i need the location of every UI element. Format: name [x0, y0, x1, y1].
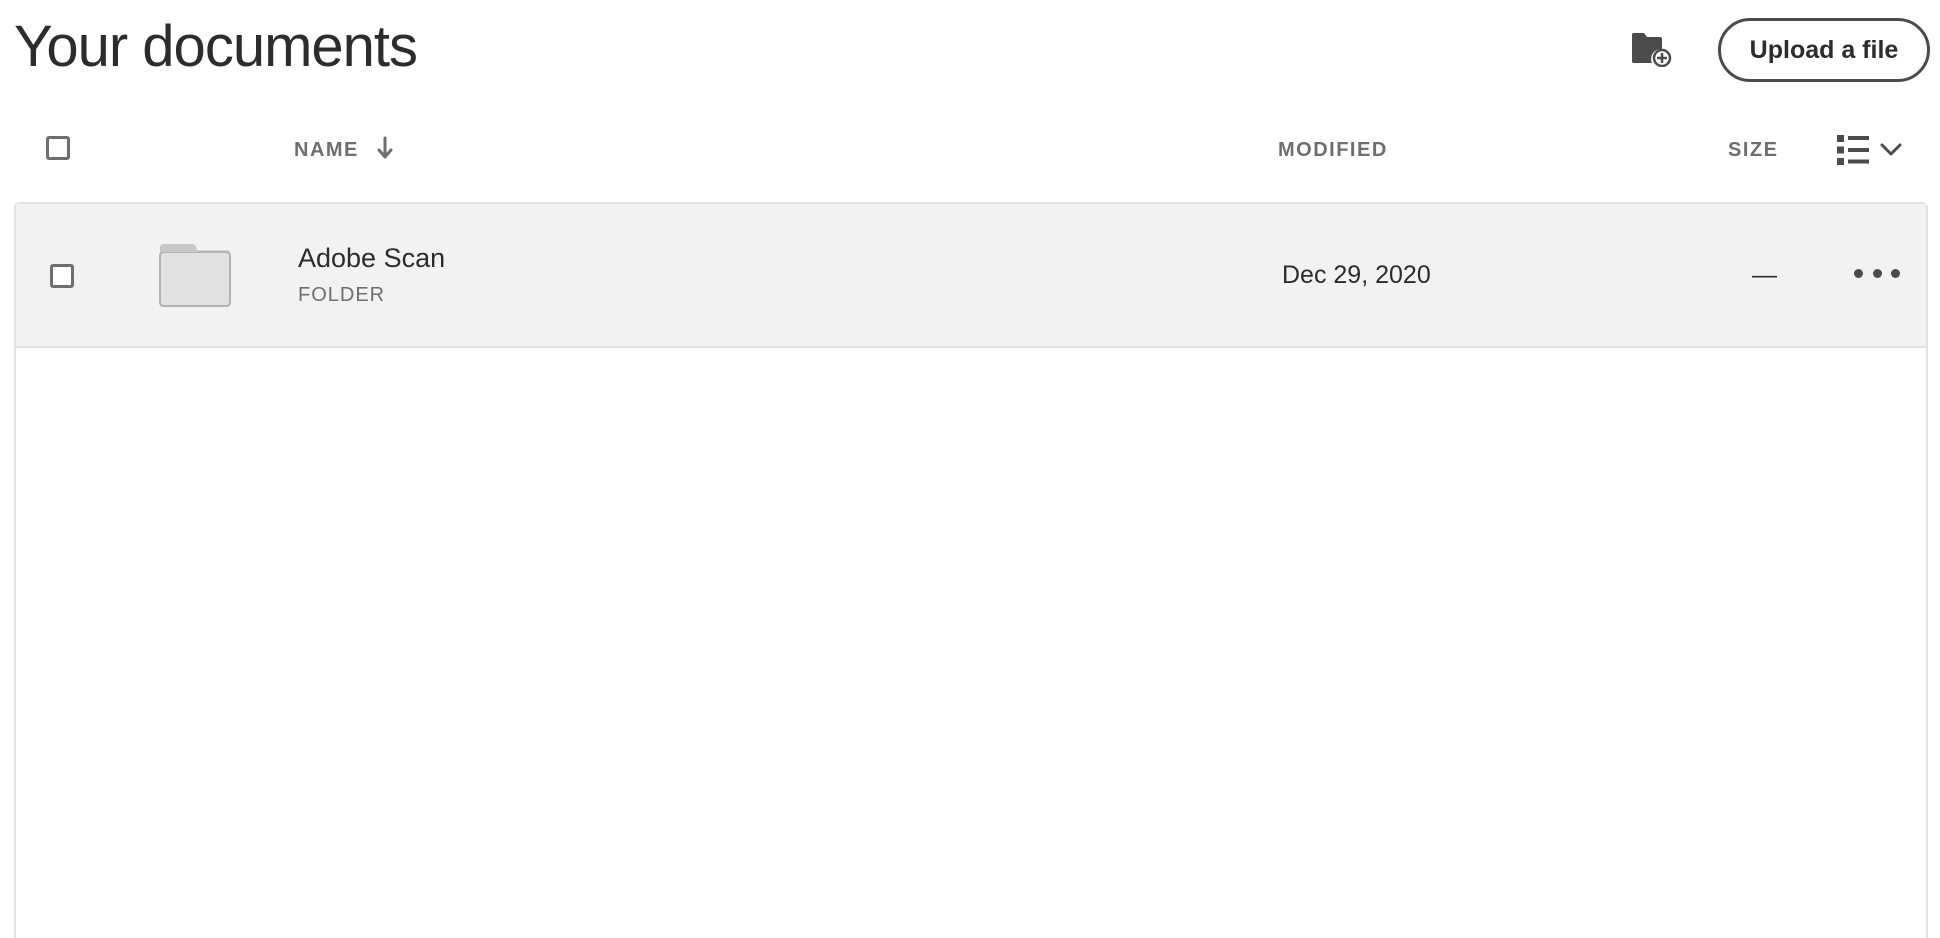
page-title: Your documents — [14, 14, 418, 79]
chevron-down-icon — [1880, 143, 1902, 156]
file-list: Adobe Scan FOLDER Dec 29, 2020 — — [14, 202, 1928, 938]
upload-file-button[interactable]: Upload a file — [1718, 18, 1930, 82]
list-view-icon — [1837, 135, 1869, 165]
create-folder-button[interactable] — [1626, 24, 1676, 74]
row-checkbox[interactable] — [50, 264, 74, 288]
file-name[interactable]: Adobe Scan — [298, 242, 445, 274]
file-type: FOLDER — [298, 284, 386, 306]
view-toggle-button[interactable] — [1836, 128, 1916, 172]
modified-column-header[interactable]: MODIFIED — [1278, 140, 1388, 160]
column-header-row: NAME MODIFIED SIZE — [0, 120, 1940, 180]
more-options-icon[interactable] — [1854, 258, 1900, 288]
sort-descending-icon[interactable] — [374, 134, 396, 162]
list-item[interactable]: Adobe Scan FOLDER Dec 29, 2020 — — [16, 204, 1926, 348]
size-column-header[interactable]: SIZE — [1728, 140, 1778, 160]
documents-page: Your documents Upload a file NAME MODIFI… — [0, 0, 1940, 938]
folder-icon — [159, 244, 231, 307]
folder-add-icon — [1632, 33, 1672, 67]
select-all-checkbox[interactable] — [46, 136, 70, 160]
file-size: — — [1752, 261, 1777, 289]
file-modified-date: Dec 29, 2020 — [1282, 261, 1431, 289]
name-column-header[interactable]: NAME — [294, 140, 359, 160]
